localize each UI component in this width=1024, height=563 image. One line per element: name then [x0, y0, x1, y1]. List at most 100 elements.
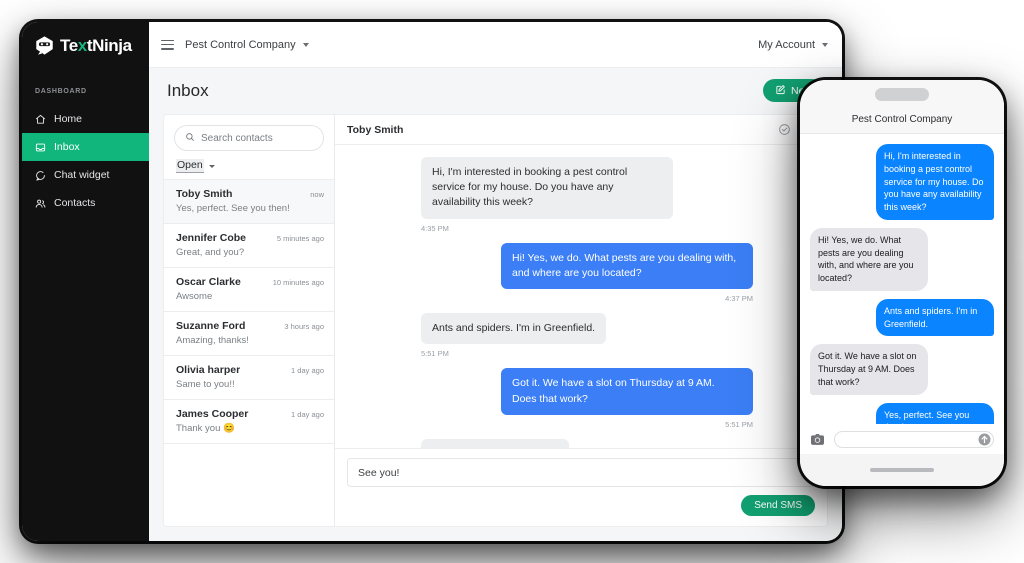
- inbox-icon: [35, 142, 46, 153]
- conversation-filter-label: Open: [176, 159, 204, 173]
- composer-value: See you!: [358, 466, 400, 479]
- contact-row-top: Oscar Clarke 10 minutes ago: [176, 276, 324, 288]
- sidebar-item-label: Chat widget: [54, 168, 110, 181]
- composer-input[interactable]: See you!: [347, 458, 815, 487]
- contact-preview: Amazing, thanks!: [176, 335, 249, 346]
- search-contacts-box[interactable]: [174, 125, 324, 151]
- home-icon: [35, 114, 46, 125]
- sidebar-item-label: Home: [54, 112, 83, 125]
- chat-bubble-icon: [35, 170, 46, 181]
- phone-home-indicator-area: [800, 454, 1004, 486]
- contact-list-item[interactable]: Oscar Clarke 10 minutes ago Awsome: [164, 267, 334, 311]
- message-outgoing: Got it. We have a slot on Thursday at 9 …: [349, 368, 813, 429]
- contact-timestamp: 3 hours ago: [284, 322, 324, 331]
- org-switcher-label[interactable]: Pest Control Company: [185, 39, 296, 51]
- conversation-contact-name: Toby Smith: [347, 123, 404, 136]
- contact-preview: Thank you 😊: [176, 423, 235, 434]
- search-icon: [185, 129, 195, 147]
- contact-name: Jennifer Cobe: [176, 232, 247, 244]
- message-timestamp: 4:35 PM: [421, 223, 449, 233]
- contact-list-empty-space: [164, 443, 334, 526]
- sidebar: TextNinja DASHBOARD Home Inbox Chat widg…: [22, 22, 149, 541]
- app-logo-text: TextNinja: [60, 35, 132, 55]
- account-menu-label[interactable]: My Account: [758, 39, 815, 51]
- contact-name: Toby Smith: [176, 188, 233, 200]
- contact-list-item[interactable]: Suzanne Ford 3 hours ago Amazing, thanks…: [164, 311, 334, 355]
- chevron-down-icon: [208, 164, 215, 168]
- conversation-filter[interactable]: Open: [164, 157, 334, 179]
- sidebar-item-chat-widget[interactable]: Chat widget: [22, 161, 149, 189]
- message-timestamp: 5:51 PM: [421, 349, 449, 359]
- contacts-pane: Open Toby Smith now Yes, perfect. See yo…: [164, 115, 335, 526]
- phone-input-bar: [800, 424, 1004, 454]
- send-arrow-icon[interactable]: [978, 433, 991, 446]
- contact-row-top: Jennifer Cobe 5 minutes ago: [176, 232, 324, 244]
- phone-conversation-title: Pest Control Company: [851, 114, 953, 125]
- phone-message-outgoing: Ants and spiders. I'm in Greenfield.: [810, 298, 994, 337]
- sidebar-item-label: Inbox: [54, 140, 80, 153]
- contact-timestamp: 1 day ago: [291, 410, 324, 419]
- message-bubble: Hi! Yes, we do. What pests are you deali…: [501, 242, 753, 290]
- inbox-panels: Open Toby Smith now Yes, perfect. See yo…: [163, 114, 828, 527]
- phone-message-input[interactable]: [834, 430, 994, 448]
- check-circle-icon[interactable]: [778, 123, 791, 136]
- contact-preview: Same to you!!: [176, 379, 235, 390]
- message-timestamp: 5:51 PM: [725, 419, 753, 429]
- sidebar-item-inbox[interactable]: Inbox: [22, 133, 149, 161]
- message-bubble: Yes, perfect. See you then!: [421, 438, 569, 448]
- camera-icon[interactable]: [810, 433, 825, 446]
- conversation-header: Toby Smith: [335, 115, 827, 145]
- sidebar-item-label: Contacts: [54, 196, 96, 209]
- conversation-pane: Toby Smith Hi, I'm interested in booking…: [335, 115, 827, 526]
- search-input[interactable]: [201, 132, 313, 144]
- send-sms-button[interactable]: Send SMS: [741, 495, 815, 516]
- message-composer: See you! Send SMS: [335, 448, 827, 526]
- contact-preview: Awsome: [176, 291, 213, 302]
- composer-actions: Send SMS: [347, 495, 815, 516]
- message-bubble: Hi, I'm interested in booking a pest con…: [421, 157, 673, 219]
- phone-message-incoming: Hi! Yes, we do. What pests are you deali…: [810, 227, 994, 291]
- contact-name: Olivia harper: [176, 364, 241, 376]
- chevron-down-icon[interactable]: [822, 42, 828, 47]
- phone-message-thread: Hi, I'm interested in booking a pest con…: [800, 134, 1004, 467]
- contact-list-item[interactable]: James Cooper 1 day ago Thank you 😊: [164, 399, 334, 443]
- screenshot-stage: TextNinja DASHBOARD Home Inbox Chat widg…: [0, 0, 1024, 563]
- contact-name: Oscar Clarke: [176, 276, 241, 288]
- contact-row-top: Suzanne Ford 3 hours ago: [176, 320, 324, 332]
- contact-name: Suzanne Ford: [176, 320, 246, 332]
- contact-list-item[interactable]: Toby Smith now Yes, perfect. See you the…: [164, 179, 334, 223]
- phone-message-bubble: Ants and spiders. I'm in Greenfield.: [876, 298, 994, 337]
- top-bar: Pest Control Company My Account: [149, 22, 842, 68]
- message-timestamp: 4:37 PM: [725, 294, 753, 304]
- contact-list-item[interactable]: Olivia harper 1 day ago Same to you!!: [164, 355, 334, 399]
- contact-row-top: Toby Smith now: [176, 188, 324, 200]
- sidebar-section-label: DASHBOARD: [35, 88, 87, 95]
- hamburger-icon[interactable]: [161, 39, 174, 50]
- message-outgoing: Hi! Yes, we do. What pests are you deali…: [349, 242, 813, 304]
- sidebar-item-home[interactable]: Home: [22, 105, 149, 133]
- phone-message-bubble: Got it. We have a slot on Thursday at 9 …: [810, 344, 928, 395]
- chevron-down-icon[interactable]: [302, 42, 309, 47]
- sidebar-item-contacts[interactable]: Contacts: [22, 189, 149, 217]
- contact-timestamp: 5 minutes ago: [276, 234, 324, 243]
- phone-home-indicator: [870, 468, 934, 472]
- contact-row-top: Olivia harper 1 day ago: [176, 364, 324, 376]
- phone-mockup: Pest Control Company Hi, I'm interested …: [800, 80, 1004, 486]
- app-logo[interactable]: TextNinja: [22, 22, 149, 68]
- compose-icon: [775, 84, 786, 98]
- search-area: [164, 115, 334, 157]
- phone-notch-area: [800, 80, 1004, 106]
- app-window: TextNinja DASHBOARD Home Inbox Chat widg…: [22, 22, 842, 541]
- page-header: Inbox New: [149, 68, 842, 114]
- people-icon: [35, 198, 46, 209]
- contact-list-item[interactable]: Jennifer Cobe 5 minutes ago Great, and y…: [164, 223, 334, 267]
- contact-timestamp: 10 minutes ago: [272, 278, 324, 287]
- main-area: Pest Control Company My Account Inbox Ne…: [149, 22, 842, 541]
- phone-message-outgoing: Hi, I'm interested in booking a pest con…: [810, 144, 994, 220]
- textninja-logo-icon: [34, 35, 55, 56]
- contact-timestamp: now: [310, 190, 324, 199]
- message-bubble: Ants and spiders. I'm in Greenfield.: [421, 313, 607, 345]
- page-title: Inbox: [167, 81, 209, 100]
- message-incoming: Ants and spiders. I'm in Greenfield. 5:5…: [349, 313, 813, 358]
- contact-preview: Yes, perfect. See you then!: [176, 203, 290, 214]
